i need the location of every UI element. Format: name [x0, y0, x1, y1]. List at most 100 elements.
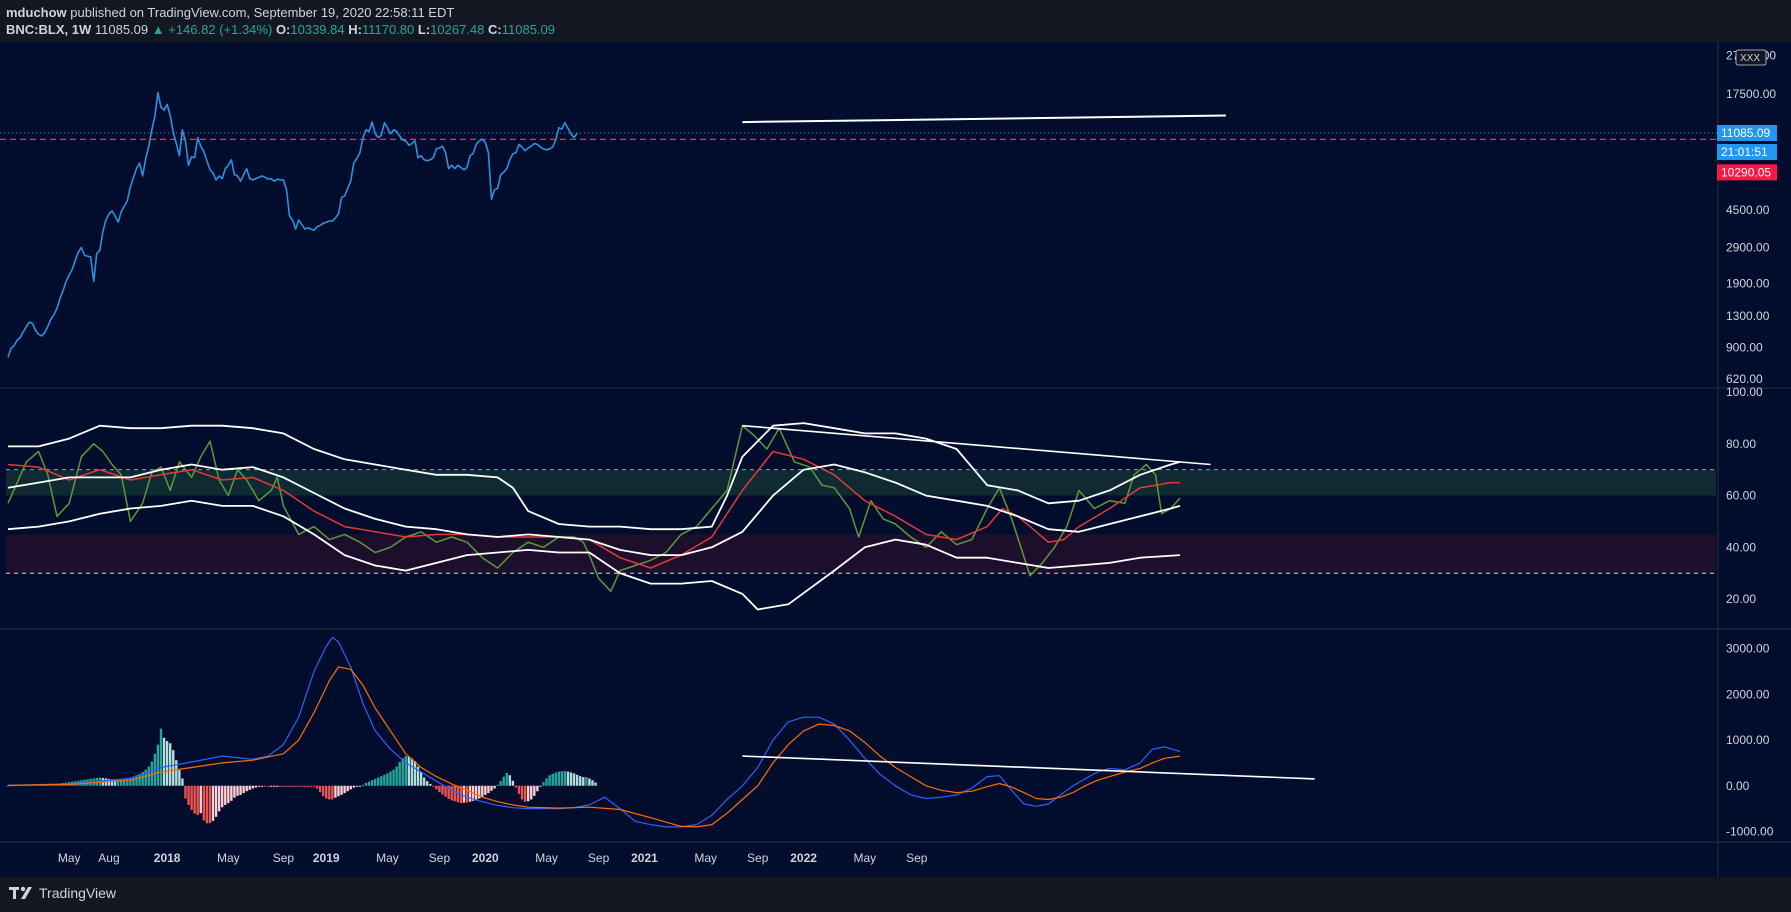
macd-histogram-bar	[309, 785, 313, 787]
macd-histogram-bar	[328, 785, 331, 800]
macd-histogram-bar	[481, 785, 484, 797]
rsi-axis-tick: 100.00	[1726, 385, 1763, 399]
low-value: 10267.48	[430, 22, 485, 37]
macd-histogram-bar	[364, 783, 368, 786]
macd-histogram-bar	[285, 785, 288, 787]
macd-histogram-bar	[407, 756, 411, 786]
macd-histogram-bar	[361, 784, 365, 786]
macd-histogram-bar	[520, 785, 524, 800]
macd-histogram-bar	[370, 780, 374, 786]
macd-histogram-bar	[217, 785, 221, 812]
macd-histogram-bar	[474, 785, 478, 800]
macd-histogram-bar	[557, 771, 560, 786]
macd-histogram-bar	[398, 761, 401, 786]
price-axis-tick: 1300.00	[1726, 309, 1770, 323]
macd-histogram-bar	[465, 785, 469, 803]
macd-histogram-bar	[273, 785, 276, 787]
macd-histogram-bar	[337, 785, 340, 797]
macd-histogram-bar	[499, 781, 502, 786]
macd-histogram-bar	[490, 785, 493, 791]
macd-histogram-bar	[484, 785, 487, 795]
macd-histogram-bar	[288, 785, 291, 787]
macd-histogram-bar	[116, 779, 120, 786]
macd-histogram-bar	[297, 785, 300, 787]
macd-histogram-bar	[554, 772, 557, 786]
tradingview-logo[interactable]: TradingView	[8, 885, 116, 901]
macd-histogram-bar	[404, 756, 407, 786]
time-axis-tick: Sep	[588, 851, 610, 865]
last-price-badge: 11085.09	[1721, 126, 1770, 140]
time-axis-tick: Sep	[906, 851, 928, 865]
macd-histogram-bar	[263, 785, 267, 787]
time-axis-tick: 2018	[154, 851, 181, 865]
rsi-axis-tick: 60.00	[1726, 489, 1756, 503]
macd-histogram-bar	[419, 772, 423, 786]
macd-histogram-bar	[303, 785, 307, 787]
macd-histogram-bar	[266, 785, 270, 787]
last-price: 11085.09	[94, 22, 149, 37]
macd-histogram-bar	[410, 758, 414, 786]
time-axis-tick: May	[217, 851, 240, 865]
macd-histogram-bar	[318, 785, 322, 793]
macd-histogram-bar	[236, 785, 239, 796]
scale-button-label: XXX	[1740, 53, 1760, 64]
macd-histogram-bar	[279, 785, 282, 787]
macd-histogram-bar	[321, 785, 325, 797]
time-axis-tick: May	[694, 851, 717, 865]
macd-histogram-bar	[563, 771, 567, 786]
price-axis-tick: 2900.00	[1726, 240, 1770, 254]
price-axis-tick: 900.00	[1726, 340, 1763, 354]
macd-histogram-bar	[178, 770, 181, 786]
chart-canvas[interactable]: 27500.0017500.007000.004500.002900.00190…	[0, 42, 1791, 877]
close-value: 11085.09	[501, 22, 556, 37]
macd-histogram-bar	[542, 782, 545, 786]
macd-histogram-bar	[269, 785, 273, 787]
macd-histogram-bar	[367, 781, 371, 786]
macd-histogram-bar	[560, 771, 564, 786]
macd-histogram-bar	[205, 785, 209, 824]
macd-histogram-bar	[579, 776, 582, 786]
macd-histogram-bar	[594, 782, 597, 786]
interval-label[interactable]: 1W	[72, 22, 92, 37]
time-axis-tick: 2022	[790, 851, 817, 865]
macd-histogram-bar	[162, 737, 166, 786]
macd-histogram-bar	[306, 785, 310, 787]
macd-histogram-bar	[230, 785, 233, 801]
footer-bar: TradingView	[0, 877, 1791, 912]
macd-histogram-bar	[276, 785, 279, 787]
macd-histogram-bar	[413, 761, 417, 786]
rsi-axis-tick: 40.00	[1726, 540, 1756, 554]
macd-histogram-bar	[187, 785, 190, 805]
macd-histogram-bar	[300, 785, 303, 787]
macd-axis-tick: 0.00	[1726, 779, 1750, 793]
macd-histogram-bar	[334, 785, 337, 798]
macd-histogram-bar	[343, 785, 346, 794]
macd-histogram-bar	[199, 785, 202, 814]
macd-histogram-bar	[585, 777, 588, 786]
macd-histogram-bar	[251, 785, 254, 789]
macd-histogram-bar	[239, 785, 242, 795]
time-axis-tick: 2020	[472, 851, 499, 865]
publish-text: published on TradingView.com, September …	[70, 5, 455, 20]
macd-histogram-bar	[548, 775, 551, 786]
rsi-axis-tick: 80.00	[1726, 437, 1756, 451]
macd-histogram-bar	[389, 771, 392, 786]
macd-histogram-bar	[392, 769, 395, 786]
time-axis-tick: Sep	[429, 851, 451, 865]
macd-histogram-bar	[260, 785, 264, 787]
time-axis-tick: Aug	[98, 851, 119, 865]
macd-histogram-bar	[517, 785, 521, 794]
macd-histogram-bar	[233, 785, 236, 798]
close-label: C:	[488, 22, 502, 37]
macd-histogram-bar	[386, 773, 389, 786]
overbought-zone	[6, 469, 1716, 496]
macd-histogram-bar	[227, 785, 230, 804]
macd-histogram-bar	[211, 785, 215, 821]
macd-histogram-bar	[582, 777, 585, 786]
time-axis-tick: 2019	[313, 851, 340, 865]
tradingview-wordmark: TradingView	[39, 885, 117, 901]
author-name[interactable]: mduchow	[6, 5, 67, 20]
macd-histogram-bar	[496, 784, 499, 786]
price-axis-tick: 1900.00	[1726, 277, 1770, 291]
symbol-name[interactable]: BNC:BLX,	[6, 22, 68, 37]
